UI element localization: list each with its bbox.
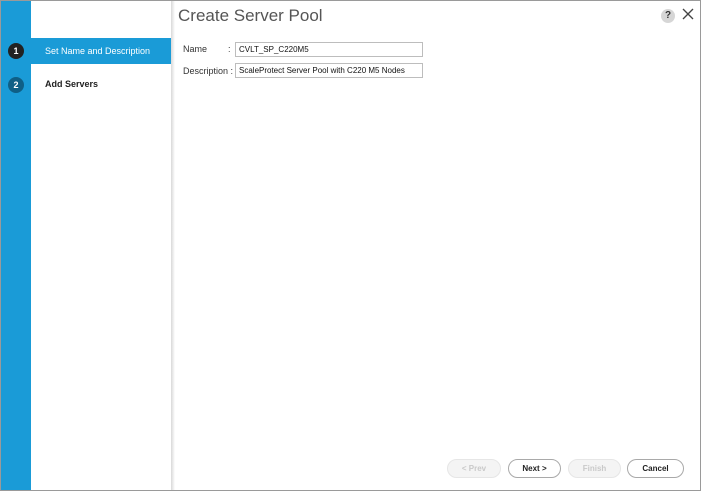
name-colon: : [228, 44, 231, 54]
description-field[interactable] [235, 63, 423, 78]
name-label: Name [183, 44, 208, 54]
step-2-number: 2 [8, 77, 24, 93]
prev-button[interactable]: < Prev [447, 459, 501, 478]
cancel-button[interactable]: Cancel [627, 459, 684, 478]
step-rail: 1 2 [1, 1, 31, 490]
dialog-title: Create Server Pool [178, 6, 323, 25]
step-set-name-and-description[interactable]: Set Name and Description [31, 38, 171, 64]
next-button[interactable]: Next > [508, 459, 561, 478]
description-label: Description : [183, 66, 234, 76]
help-icon[interactable]: ? [661, 9, 675, 23]
wizard-steps-panel: Set Name and Description Add Servers [31, 1, 171, 490]
step-1-number: 1 [8, 43, 24, 59]
finish-button[interactable]: Finish [568, 459, 621, 478]
name-field[interactable] [235, 42, 423, 57]
create-server-pool-dialog: 1 2 Set Name and Description Add Servers… [0, 0, 701, 491]
step-add-servers[interactable]: Add Servers [31, 71, 171, 97]
panel-divider [171, 1, 175, 490]
close-icon[interactable] [681, 7, 695, 21]
